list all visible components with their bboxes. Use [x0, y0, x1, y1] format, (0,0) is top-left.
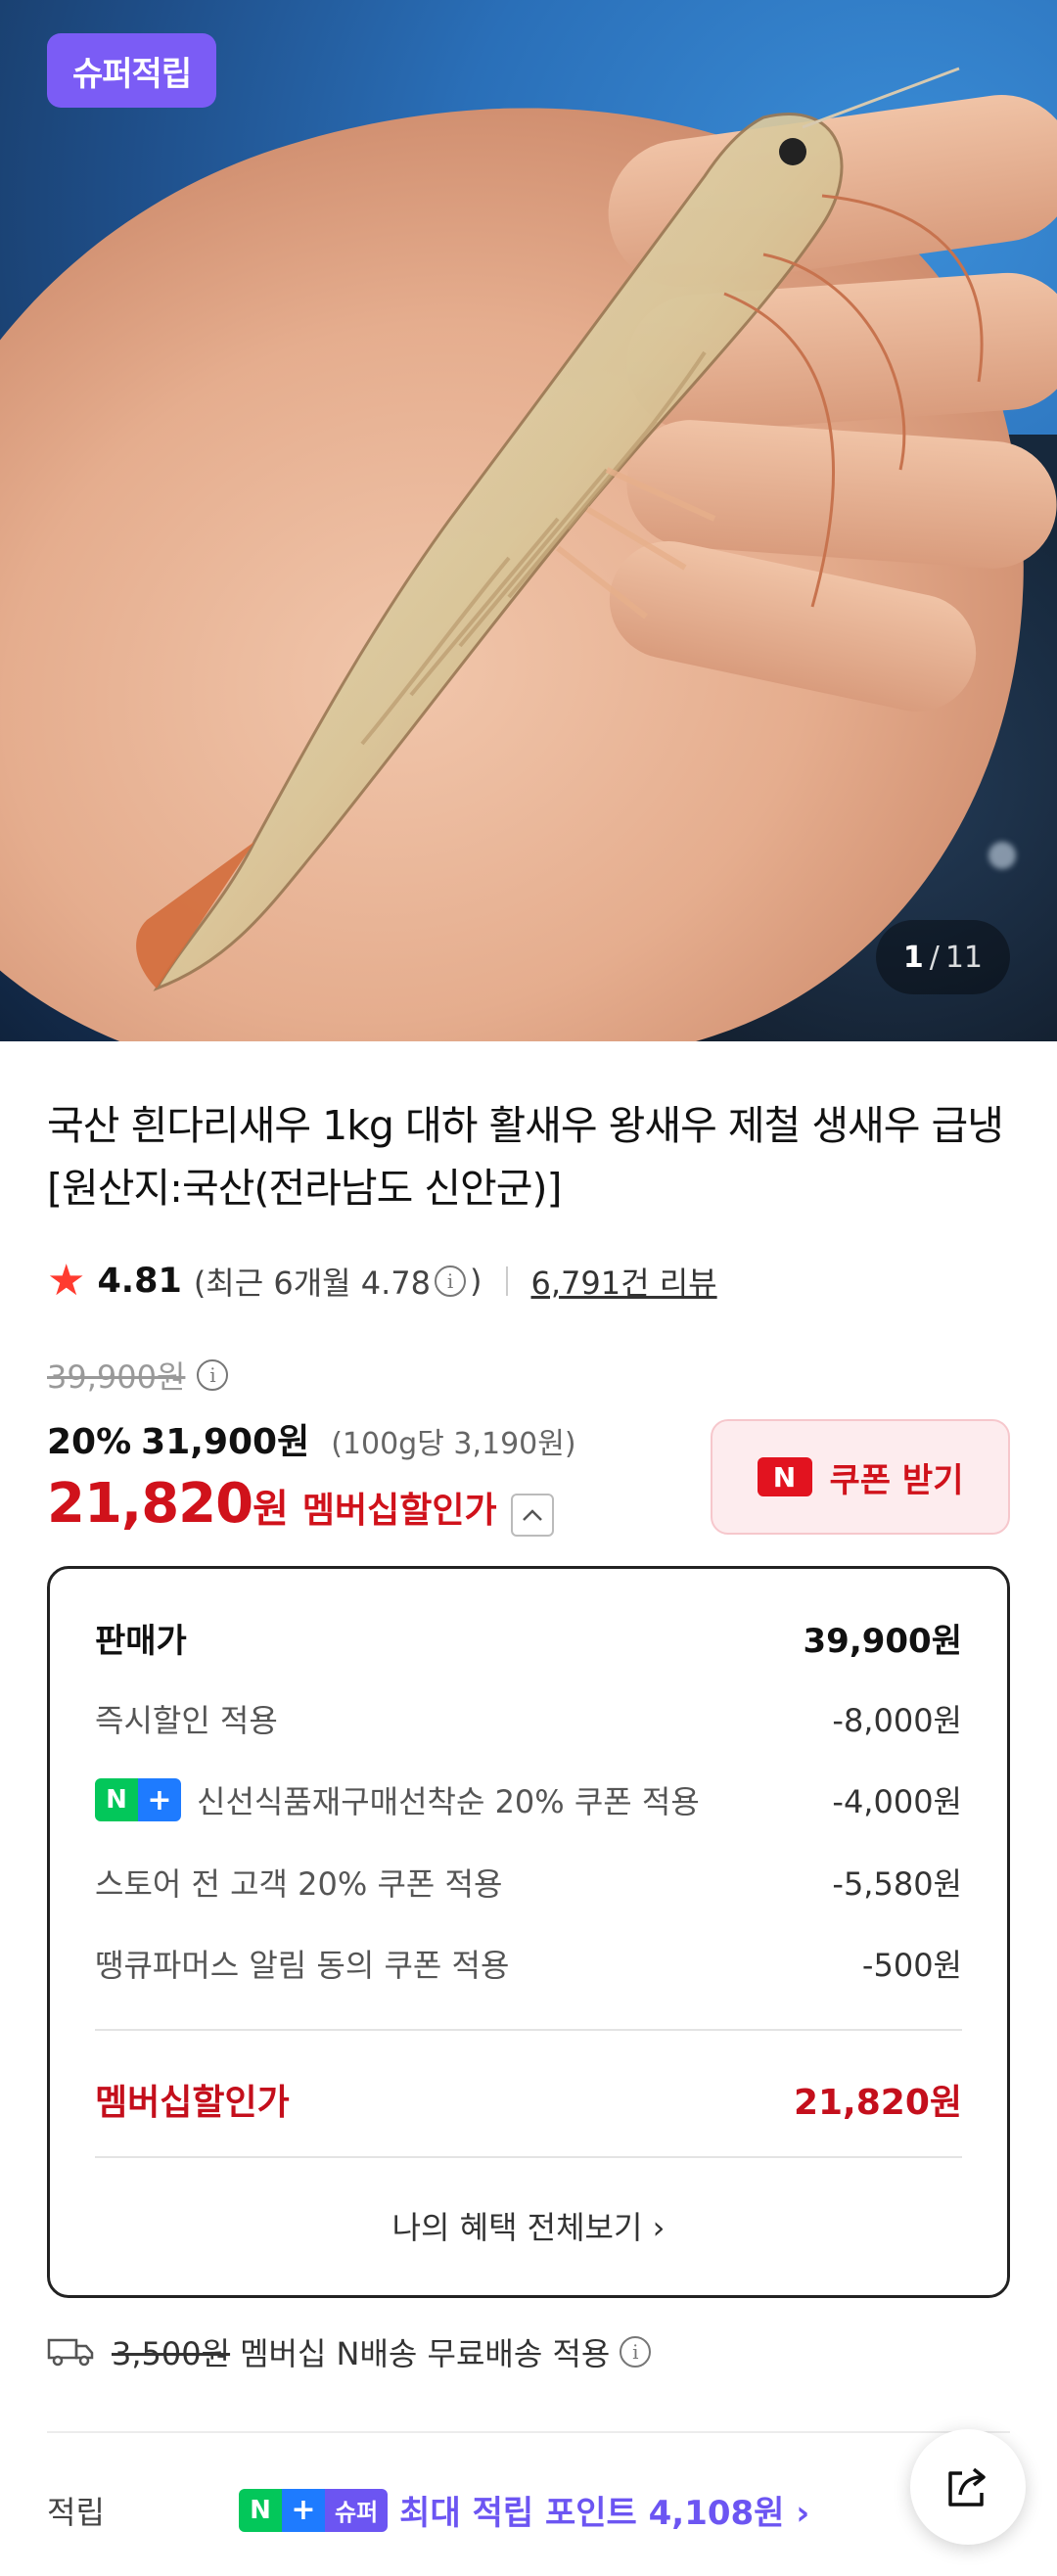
breakdown-row: 땡큐파머스 알림 동의 쿠폰 적용 -500원 — [95, 1941, 962, 1986]
view-all-benefits-link[interactable]: 나의 혜택 전체보기 › — [50, 2203, 1007, 2248]
product-title: 국산 흰다리새우 1kg 대하 활새우 왕새우 제철 생새우 급냉 [원산지:국… — [47, 1102, 1004, 1212]
get-coupon-button[interactable]: N 쿠폰 받기 — [711, 1419, 1010, 1535]
pager-current: 1 — [902, 940, 924, 975]
breakdown-total-row: 멤버십할인가 21,820원 — [95, 2074, 962, 2125]
total-label: 멤버십할인가 — [95, 2083, 290, 2123]
naver-n-icon: N — [95, 1778, 138, 1821]
divider — [47, 2431, 1010, 2433]
coupon-button-label: 쿠폰 받기 — [829, 1460, 964, 1500]
naver-plus-super-badge: N + 슈퍼 — [239, 2488, 389, 2532]
divider — [95, 2156, 962, 2158]
price-breakdown-panel: 판매가 39,900원 즉시할인 적용 -8,000원 N + 신선식품재구매선… — [47, 1566, 1010, 2298]
breakdown-row: N + 신선식품재구매선착순 20% 쿠폰 적용 -4,000원 — [95, 1777, 962, 1822]
naver-n-icon: N — [239, 2488, 282, 2532]
info-icon[interactable]: i — [435, 1265, 467, 1297]
chevron-up-icon[interactable] — [510, 1494, 554, 1537]
shipping-row: 3,500원 멤버십 N배송 무료배송 적용 i — [47, 2329, 652, 2374]
info-icon[interactable]: i — [620, 2336, 652, 2368]
plus-icon: + — [282, 2488, 325, 2532]
breakdown-label: 신선식품재구매선착순 20% 쿠폰 적용 — [197, 1783, 700, 1820]
sale-price: 31,900원 — [141, 1422, 310, 1462]
breakdown-row: 즉시할인 적용 -8,000원 — [95, 1696, 962, 1741]
pager-separator: / — [929, 940, 940, 975]
rating-recent: (최근 6개월 4.78 — [193, 1265, 432, 1302]
breakdown-label: 땡큐파머스 알림 동의 쿠폰 적용 — [95, 1947, 510, 1984]
shipping-text: 멤버십 N배송 무료배송 적용 — [240, 2335, 611, 2372]
star-icon: ★ — [47, 1256, 86, 1306]
product-image-carousel[interactable]: 슈퍼적립 1 / 11 — [0, 0, 1057, 1041]
naver-plus-badge: N + — [95, 1778, 181, 1821]
pager-total: 11 — [944, 940, 983, 975]
info-icon[interactable]: i — [197, 1359, 229, 1391]
member-price-row: 21,820 원 멤버십할인가 — [47, 1472, 554, 1537]
breakdown-value: -4,000원 — [832, 1783, 962, 1820]
sale-price-row: 20% 31,900원 (100g당 3,190원) — [47, 1413, 576, 1464]
original-price: 39,900원 — [47, 1358, 186, 1396]
breakdown-label: 스토어 전 고객 20% 쿠폰 적용 — [95, 1865, 503, 1903]
super-label: 슈퍼 — [325, 2488, 389, 2532]
review-count-link[interactable]: 6,791건 리뷰 — [531, 1259, 717, 1304]
naver-n-icon: N — [757, 1457, 812, 1496]
member-price-won: 원 — [253, 1487, 289, 1532]
super-points-badge: 슈퍼적립 — [47, 33, 217, 108]
original-price-row: 39,900원 i — [47, 1353, 229, 1398]
max-points-link[interactable]: 최대 적립 포인트 4,108원 › — [399, 2486, 809, 2534]
rating-row: ★ 4.81 (최근 6개월 4.78 i ) 6,791건 리뷰 — [47, 1257, 717, 1306]
unit-price: (100g당 3,190원) — [331, 1427, 576, 1461]
breakdown-row: 판매가 39,900원 — [95, 1614, 962, 1662]
total-value: 21,820원 — [793, 2083, 962, 2123]
divider — [505, 1266, 508, 1296]
rating-recent-close: ) — [470, 1263, 483, 1300]
member-price: 21,820 — [47, 1472, 253, 1536]
breakdown-value: -8,000원 — [832, 1702, 962, 1739]
breakdown-label: 판매가 — [95, 1622, 187, 1661]
breakdown-value: -5,580원 — [832, 1865, 962, 1903]
breakdown-label: 즉시할인 적용 — [95, 1702, 278, 1739]
plus-icon: + — [138, 1778, 181, 1821]
truck-icon — [47, 2338, 94, 2367]
points-row: 적립 N + 슈퍼 최대 적립 포인트 4,108원 › — [47, 2486, 1010, 2534]
share-button[interactable] — [910, 2429, 1026, 2545]
points-label: 적립 — [47, 2493, 105, 2531]
breakdown-label-group: N + 신선식품재구매선착순 20% 쿠폰 적용 — [95, 1777, 700, 1822]
rating-score: 4.81 — [97, 1262, 182, 1301]
breakdown-value: -500원 — [861, 1947, 962, 1984]
shrimp-illustration — [136, 67, 984, 991]
divider — [95, 2029, 962, 2031]
breakdown-value: 39,900원 — [803, 1622, 962, 1661]
shipping-fee: 3,500원 — [112, 2335, 231, 2372]
discount-percent: 20% — [47, 1422, 132, 1462]
image-pager: 1 / 11 — [875, 920, 1010, 994]
member-price-label: 멤버십할인가 — [301, 1491, 497, 1531]
share-icon — [948, 2467, 986, 2507]
breakdown-row: 스토어 전 고객 20% 쿠폰 적용 -5,580원 — [95, 1860, 962, 1905]
